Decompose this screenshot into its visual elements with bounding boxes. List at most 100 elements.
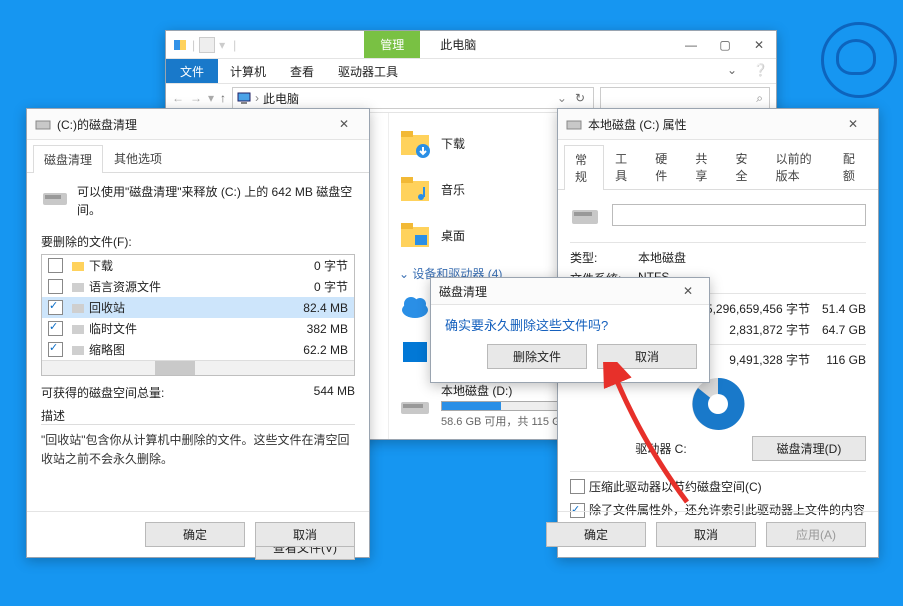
cap-size: 116 GB: [816, 353, 866, 367]
file-size: 82.4 MB: [303, 301, 348, 315]
file-icon: [71, 259, 85, 273]
search-box[interactable]: ⌕: [600, 87, 770, 109]
tab-5[interactable]: 以前的版本: [765, 144, 832, 189]
nav-up[interactable]: ↑: [220, 91, 226, 105]
file-size: 382 MB: [307, 322, 348, 336]
cancel-button[interactable]: 取消: [597, 344, 697, 369]
file-checkbox[interactable]: [48, 342, 63, 357]
ok-button[interactable]: 确定: [145, 522, 245, 547]
delete-files-button[interactable]: 删除文件: [487, 344, 587, 369]
nav-history[interactable]: ▾: [208, 91, 214, 105]
file-checkbox[interactable]: [48, 258, 63, 273]
file-size: 0 字节: [314, 257, 348, 274]
file-icon: [71, 280, 85, 294]
drive-icon: [566, 116, 582, 132]
tab-3[interactable]: 共享: [684, 144, 724, 189]
tab-other[interactable]: 其他选项: [103, 144, 173, 172]
addressbar[interactable]: › 此电脑 ⌄ ↻: [232, 87, 594, 109]
gain-value: 544 MB: [314, 384, 355, 401]
compress-checkbox[interactable]: [570, 479, 585, 494]
disk-cleanup-dialog: (C:)的磁盘清理 ✕ 磁盘清理 其他选项 可以使用"磁盘清理"来释放 (C:)…: [26, 108, 370, 558]
qat-item[interactable]: [199, 37, 215, 53]
dialog-title: 本地磁盘 (C:) 属性: [588, 116, 836, 133]
close-button[interactable]: ✕: [836, 112, 870, 136]
file-checkbox[interactable]: [48, 300, 63, 315]
tab-6[interactable]: 配额: [832, 144, 872, 189]
file-list-row[interactable]: 回收站82.4 MB: [42, 297, 354, 318]
drive-icon: [41, 183, 67, 211]
drive-icon: [570, 200, 600, 230]
drive-caption: 驱动器 C:: [570, 440, 752, 457]
confirm-question: 确实要永久删除这些文件吗?: [431, 305, 709, 344]
file-name: 临时文件: [89, 320, 303, 337]
file-name: 缩略图: [89, 341, 299, 358]
type-label: 类型:: [570, 249, 638, 266]
cancel-button[interactable]: 取消: [656, 522, 756, 547]
close-button[interactable]: ✕: [742, 33, 776, 57]
file-list-row[interactable]: 临时文件 382 MB: [42, 318, 354, 339]
pc-icon: [237, 91, 251, 105]
drive-icon: [399, 390, 431, 422]
volume-name-input[interactable]: [612, 204, 866, 226]
scrollbar-thumb[interactable]: [155, 361, 195, 375]
drive-label: 本地磁盘 (D:): [441, 382, 570, 399]
explorer-icon: [172, 37, 188, 53]
tab-0[interactable]: 常规: [564, 145, 604, 190]
tab-4[interactable]: 安全: [725, 144, 765, 189]
ok-button[interactable]: 确定: [546, 522, 646, 547]
breadcrumb[interactable]: 此电脑: [263, 90, 299, 107]
apply-button[interactable]: 应用(A): [766, 522, 866, 547]
cancel-button[interactable]: 取消: [255, 522, 355, 547]
type-value: 本地磁盘: [638, 249, 686, 266]
cloud-icon: [399, 290, 431, 322]
file-checkbox[interactable]: [48, 321, 63, 336]
folder-label: 下载: [441, 135, 465, 152]
refresh-icon[interactable]: ↻: [575, 91, 585, 105]
file-name: 下载: [89, 257, 310, 274]
tab-cleanup[interactable]: 磁盘清理: [33, 145, 103, 173]
disk-cleanup-button[interactable]: 磁盘清理(D): [752, 436, 866, 461]
folder-label: 桌面: [441, 227, 465, 244]
free-size: 64.7 GB: [816, 323, 866, 337]
explorer-title: 此电脑: [440, 36, 476, 53]
folder-downloads-icon: [399, 127, 431, 159]
file-list-row[interactable]: 语言资源文件0 字节: [42, 276, 354, 297]
desc-label: 描述: [41, 407, 355, 424]
tab-2[interactable]: 硬件: [644, 144, 684, 189]
tab-1[interactable]: 工具: [604, 144, 644, 189]
file-size: 62.2 MB: [303, 343, 348, 357]
file-name: 语言资源文件: [89, 278, 310, 295]
folder-music-icon: [399, 173, 431, 205]
used-size: 51.4 GB: [816, 302, 866, 316]
file-icon: [71, 322, 85, 336]
intro-text: 可以使用"磁盘清理"来释放 (C:) 上的 642 MB 磁盘空间。: [77, 183, 355, 219]
compress-label: 压缩此驱动器以节约磁盘空间(C): [589, 478, 762, 495]
ribbon-tab-computer[interactable]: 计算机: [218, 59, 278, 83]
close-button[interactable]: ✕: [675, 279, 701, 303]
maximize-button[interactable]: ▢: [708, 33, 742, 57]
close-button[interactable]: ✕: [327, 112, 361, 136]
file-size: 0 字节: [314, 278, 348, 295]
windows-icon: [399, 336, 431, 368]
drive-sublabel: 58.6 GB 可用，共 115 G...: [441, 413, 570, 429]
help-icon[interactable]: ❔: [745, 59, 776, 83]
confirm-dialog: 磁盘清理 ✕ 确实要永久删除这些文件吗? 删除文件 取消: [430, 277, 710, 383]
ribbon-collapse[interactable]: ⌄: [719, 59, 745, 83]
dialog-title: 磁盘清理: [439, 283, 675, 300]
file-list-row[interactable]: 下载0 字节: [42, 255, 354, 276]
ribbon-tab-view[interactable]: 查看: [278, 59, 326, 83]
ribbon-tab-manage[interactable]: 管理: [364, 31, 420, 58]
nav-fwd[interactable]: →: [190, 91, 202, 105]
file-icon: [71, 343, 85, 357]
minimize-button[interactable]: —: [674, 33, 708, 57]
dialog-title: (C:)的磁盘清理: [57, 116, 327, 133]
desc-text: "回收站"包含你从计算机中删除的文件。这些文件在清空回收站之前不会永久删除。: [41, 424, 355, 469]
files-label: 要删除的文件(F):: [41, 233, 355, 250]
ribbon-tab-drives[interactable]: 驱动器工具: [326, 59, 410, 83]
ribbon-tab-file[interactable]: 文件: [166, 59, 218, 83]
file-checkbox[interactable]: [48, 279, 63, 294]
addressbar-dropdown[interactable]: ⌄: [557, 91, 567, 105]
file-list-row[interactable]: 缩略图 62.2 MB: [42, 339, 354, 360]
nav-back[interactable]: ←: [172, 91, 184, 105]
folder-label: 音乐: [441, 181, 465, 198]
